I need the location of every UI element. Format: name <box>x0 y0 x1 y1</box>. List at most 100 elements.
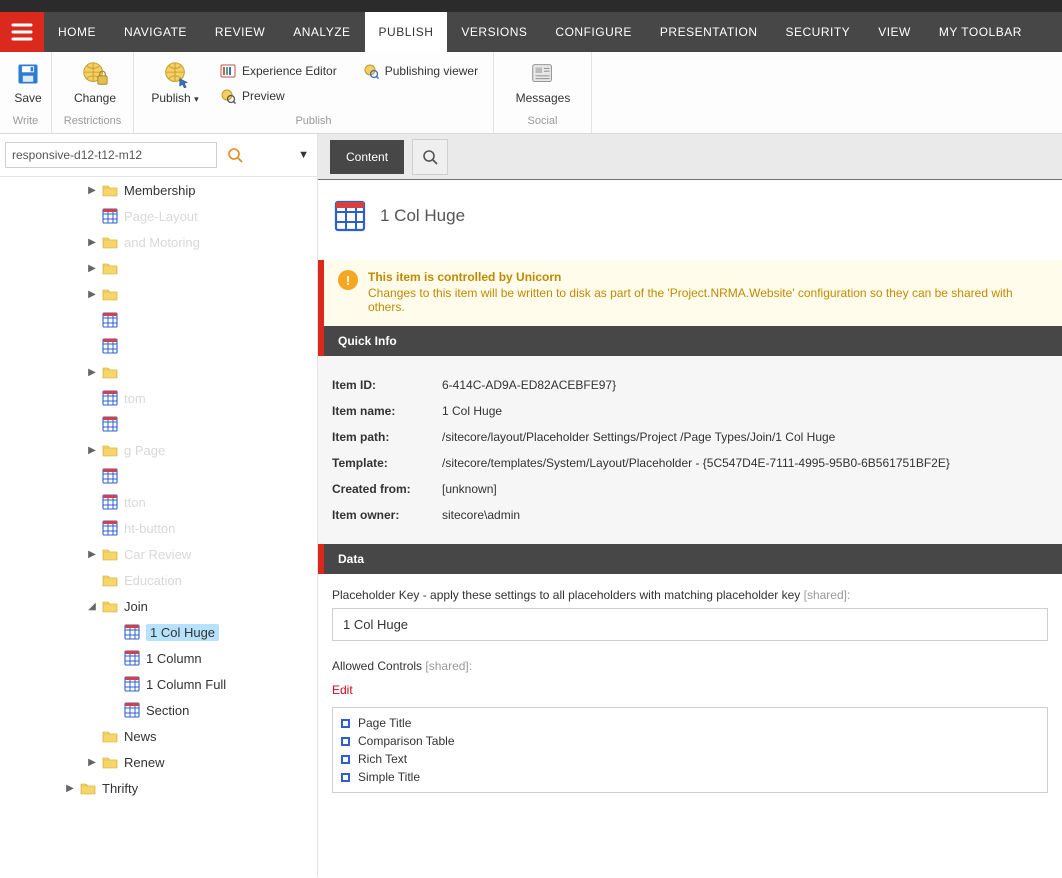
tree-node[interactable] <box>0 411 317 437</box>
tree-node[interactable]: ht-button <box>0 515 317 541</box>
folder-icon <box>102 754 118 770</box>
expander-icon[interactable] <box>86 210 98 222</box>
content-pane: Content 1 Col Huge ! This item is contro… <box>318 134 1062 877</box>
hamburger-button[interactable] <box>0 12 44 52</box>
tree-node[interactable]: Section <box>0 697 317 723</box>
expander-icon[interactable] <box>86 496 98 508</box>
tree-node[interactable]: 1 Column Full <box>0 671 317 697</box>
tree-node-label: Thrifty <box>102 781 138 796</box>
expander-icon[interactable]: ▶ <box>86 288 98 300</box>
tree-node[interactable]: tton <box>0 489 317 515</box>
tree-node[interactable]: ▶Membership <box>0 177 317 203</box>
edit-allowed-controls-link[interactable]: Edit <box>332 683 353 697</box>
tree-node[interactable]: ▶Renew <box>0 749 317 775</box>
expander-icon[interactable] <box>86 392 98 404</box>
bullet-icon <box>341 719 350 728</box>
folder-icon <box>102 260 118 276</box>
messages-label: Messages <box>516 91 571 105</box>
quick-info-key: Created from: <box>332 482 442 496</box>
publish-label: Publish ▾ <box>151 91 198 105</box>
nav-tab-publish[interactable]: PUBLISH <box>365 12 448 52</box>
publishing-viewer-button[interactable]: Publishing viewer <box>359 60 482 82</box>
tree-node-label: tton <box>124 495 146 510</box>
nav-tab-review[interactable]: REVIEW <box>201 12 279 52</box>
preview-button[interactable]: Preview <box>216 85 482 107</box>
tree-node[interactable] <box>0 307 317 333</box>
tree-node[interactable]: ▶ <box>0 281 317 307</box>
change-restrictions-button[interactable]: Change <box>58 56 132 105</box>
allowed-control-item[interactable]: Rich Text <box>341 750 1039 768</box>
expander-icon[interactable] <box>86 340 98 352</box>
folder-icon <box>102 234 118 250</box>
tree-node[interactable] <box>0 333 317 359</box>
tree-search-button[interactable] <box>227 147 243 163</box>
allowed-control-label: Rich Text <box>358 752 407 766</box>
allowed-control-item[interactable]: Comparison Table <box>341 732 1039 750</box>
nav-tab-view[interactable]: VIEW <box>864 12 925 52</box>
content-tab[interactable]: Content <box>330 140 404 174</box>
expander-icon[interactable] <box>86 730 98 742</box>
nav-tab-presentation[interactable]: PRESENTATION <box>646 12 772 52</box>
expander-icon[interactable] <box>86 522 98 534</box>
tree-node[interactable]: 1 Column <box>0 645 317 671</box>
allowed-control-item[interactable]: Simple Title <box>341 768 1039 786</box>
expander-icon[interactable]: ▶ <box>86 548 98 560</box>
expander-icon[interactable]: ▶ <box>64 782 76 794</box>
tree-node[interactable]: ▶ <box>0 255 317 281</box>
expander-icon[interactable] <box>108 626 120 638</box>
allowed-controls-list: Page TitleComparison Table Rich Text Simpl… <box>332 707 1048 793</box>
placeholder-icon <box>102 468 118 484</box>
quick-info-row: Template:/sitecore/templates/System/Layo… <box>332 450 1048 476</box>
tree-node[interactable]: ◢Join <box>0 593 317 619</box>
nav-tab-navigate[interactable]: NAVIGATE <box>110 12 201 52</box>
placeholder-key-input[interactable] <box>332 608 1048 641</box>
tree-node[interactable]: 1 Col Huge <box>0 619 317 645</box>
experience-editor-button[interactable]: Experience Editor <box>216 60 341 82</box>
content-tree[interactable]: ▶Membership Page-Layout▶ and Motoring▶ ▶… <box>0 177 317 801</box>
expander-icon[interactable]: ▶ <box>86 184 98 196</box>
expander-icon[interactable] <box>86 314 98 326</box>
expander-icon[interactable] <box>108 652 120 664</box>
tree-node[interactable]: News <box>0 723 317 749</box>
tree-node[interactable]: ▶ g Page <box>0 437 317 463</box>
tree-search-input[interactable] <box>5 142 217 168</box>
tree-node[interactable]: Education <box>0 567 317 593</box>
bullet-icon <box>341 773 350 782</box>
nav-tab-analyze[interactable]: ANALYZE <box>279 12 364 52</box>
nav-tab-configure[interactable]: CONFIGURE <box>541 12 646 52</box>
expander-icon[interactable]: ▶ <box>86 262 98 274</box>
publish-button[interactable]: Publish ▾ <box>140 56 210 107</box>
tree-node[interactable]: ▶Car Review <box>0 541 317 567</box>
tree-node[interactable]: ▶ Thrifty <box>0 775 317 801</box>
tree-node[interactable]: ▶ <box>0 359 317 385</box>
nav-tab-my-toolbar[interactable]: MY TOOLBAR <box>925 12 1036 52</box>
expander-icon[interactable]: ▶ <box>86 444 98 456</box>
tree-dropdown-button[interactable]: ▼ <box>298 149 309 161</box>
expander-icon[interactable]: ◢ <box>86 600 98 612</box>
placeholder-icon <box>102 312 118 328</box>
placeholder-icon <box>102 338 118 354</box>
nav-tab-security[interactable]: SECURITY <box>772 12 865 52</box>
messages-button[interactable]: Messages <box>500 56 586 105</box>
expander-icon[interactable] <box>108 678 120 690</box>
content-search-button[interactable] <box>412 139 448 175</box>
expander-icon[interactable] <box>86 574 98 586</box>
expander-icon[interactable] <box>86 470 98 482</box>
section-data[interactable]: Data <box>318 544 1062 574</box>
nav-tab-versions[interactable]: VERSIONS <box>447 12 541 52</box>
allowed-control-item[interactable]: Page Title <box>341 714 1039 732</box>
expander-icon[interactable]: ▶ <box>86 366 98 378</box>
tree-node[interactable]: ▶ and Motoring <box>0 229 317 255</box>
expander-icon[interactable]: ▶ <box>86 236 98 248</box>
expander-icon[interactable] <box>86 418 98 430</box>
quick-info-key: Item name: <box>332 404 442 418</box>
section-quick-info[interactable]: Quick Info <box>318 326 1062 356</box>
expander-icon[interactable]: ▶ <box>86 756 98 768</box>
tree-node[interactable]: Page-Layout <box>0 203 317 229</box>
nav-tab-home[interactable]: HOME <box>44 12 110 52</box>
tree-node[interactable] <box>0 463 317 489</box>
tree-node[interactable]: tom <box>0 385 317 411</box>
quick-info-key: Item path: <box>332 430 442 444</box>
expander-icon[interactable] <box>108 704 120 716</box>
save-button[interactable]: Save <box>6 56 50 105</box>
